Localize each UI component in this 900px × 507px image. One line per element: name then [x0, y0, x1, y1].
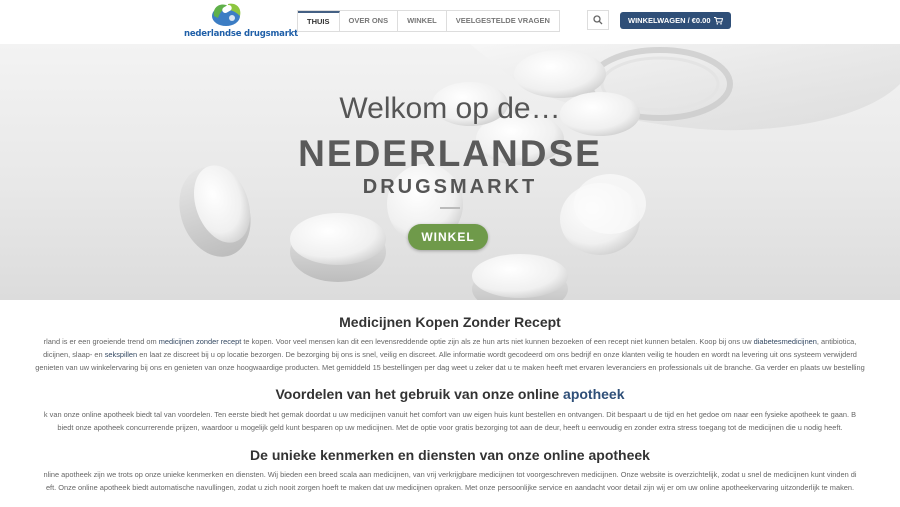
cart-button[interactable]: WINKELWAGEN / €0.00 — [620, 12, 731, 29]
shop-button[interactable]: WINKEL — [408, 224, 488, 250]
text-segment: te kopen. Voor veel mensen kan dit een l… — [241, 337, 754, 346]
hero-title: NEDERLANDSE — [298, 133, 602, 174]
section-paragraph-voordelen: k van onze online apotheek biedt tal van… — [0, 408, 900, 434]
link-medicijnen-zonder-recept[interactable]: medicijnen zonder recept — [159, 337, 242, 346]
shop-button-label: WINKEL — [421, 230, 475, 244]
section-paragraph-recept: rland is er een groeiende trend om medic… — [0, 335, 900, 374]
heading-text: Voordelen van het gebruik van onze onlin… — [275, 386, 564, 402]
section-heading-kenmerken: De unieke kenmerken en diensten van onze… — [250, 447, 650, 463]
paragraph-line: genieten van uw winkelervaring bij ons e… — [35, 363, 865, 372]
site-header: nederlandse drugsmarkt THUIS OVER ONS WI… — [0, 0, 900, 45]
nav-item-thuis[interactable]: THUIS — [298, 11, 340, 31]
search-icon — [593, 15, 603, 25]
text-segment: dicijnen, slaap- en — [43, 350, 105, 359]
text-segment: , antibiotica, — [816, 337, 857, 346]
nav-item-winkel[interactable]: WINKEL — [398, 11, 447, 31]
paragraph-line: rland is er een groeiende trend om medic… — [0, 335, 900, 348]
site-logo[interactable]: nederlandse drugsmarkt — [184, 0, 298, 42]
paragraph-line: dicijnen, slaap- en sekspillen en laat z… — [0, 348, 900, 361]
cart-label: WINKELWAGEN / €0.00 — [628, 16, 711, 25]
nav-item-faq[interactable]: VEELGESTELDE VRAGEN — [447, 11, 559, 31]
section-paragraph-kenmerken: nline apotheek zijn we trots op onze uni… — [0, 468, 900, 494]
main-nav: THUIS OVER ONS WINKEL VEELGESTELDE VRAGE… — [297, 10, 560, 32]
hero-subtitle: Welkom op de… — [339, 92, 561, 125]
section-heading-recept: Medicijnen Kopen Zonder Recept — [339, 314, 561, 330]
text-segment: en laat ze discreet bij u op locatie bez… — [137, 350, 857, 359]
main-content: Medicijnen Kopen Zonder Recept rland is … — [0, 300, 900, 507]
search-button[interactable] — [587, 10, 609, 30]
paragraph-line: k van onze online apotheek biedt tal van… — [43, 410, 857, 419]
paragraph-line: nline apotheek zijn we trots op onze uni… — [43, 470, 857, 479]
pill-logo-icon — [212, 3, 241, 26]
link-diabetesmedicijnen[interactable]: diabetesmedicijnen — [754, 337, 817, 346]
paragraph-line: biedt onze apotheek concurrerende prijze… — [57, 423, 843, 432]
nav-item-over-ons[interactable]: OVER ONS — [340, 11, 399, 31]
link-sekspillen[interactable]: sekspillen — [105, 350, 137, 359]
logo-text: nederlandse drugsmarkt — [184, 29, 298, 39]
section-heading-voordelen: Voordelen van het gebruik van onze onlin… — [0, 386, 900, 402]
hero-tagline: DRUGSMARKT — [362, 176, 538, 198]
text-segment: rland is er een groeiende trend om — [43, 337, 159, 346]
hero-divider — [440, 207, 460, 209]
cart-icon — [713, 16, 723, 25]
link-apotheek[interactable]: apotheek — [563, 386, 624, 402]
paragraph-line: eft. Onze online apotheek biedt automati… — [45, 483, 855, 492]
hero-banner: Welkom op de… NEDERLANDSE DRUGSMARKT WIN… — [0, 44, 900, 300]
